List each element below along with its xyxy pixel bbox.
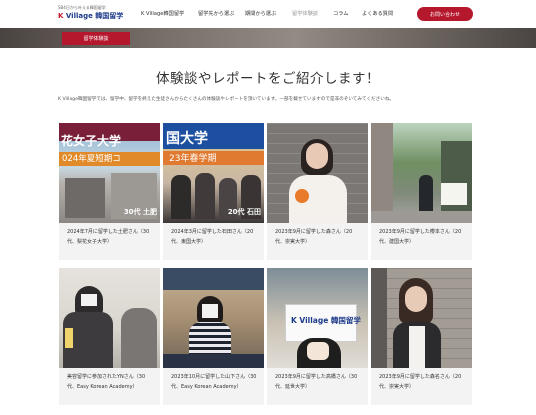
page-description: K Village韓国留学では、留学中、留学を終えた生徒さんからたくさんの体験談… <box>58 97 395 102</box>
nav-item-by-school[interactable]: 留学先から選ぶ <box>198 10 234 17</box>
card-photo: 国大学 23年春学期 20代 石田 <box>163 123 264 223</box>
experience-card[interactable]: 国大学 23年春学期 20代 石田 2024年3月に留学した石田さん（20代、東… <box>163 123 264 260</box>
card-photo <box>371 268 472 368</box>
logo-brand-k: K <box>58 12 64 20</box>
card-photo-sign: 国大学 <box>166 131 208 147</box>
logo-brand-text: Village 韓国留学 <box>65 12 124 20</box>
card-caption[interactable]: 2023年9月に留学した森名さん（20代、崇実大学） <box>371 368 472 405</box>
nav-item-experiences[interactable]: 留学体験談 <box>292 10 318 17</box>
experience-card[interactable]: 2023年9月に留学した森名さん（20代、崇実大学） <box>371 268 472 405</box>
card-caption[interactable]: 2023年10月に留学した山下さん（30代、Easy Korean Academ… <box>163 368 264 405</box>
site-logo[interactable]: SB4日から叶える韓国留学 K Village 韓国留学 <box>58 5 128 25</box>
card-photo: 花女子大学 024年夏短期コ 30代 土肥 <box>59 123 160 223</box>
site-header: SB4日から叶える韓国留学 K Village 韓国留学 K Village韓国… <box>0 0 536 28</box>
card-photo-sign: 花女子大学 <box>61 133 122 148</box>
card-photo-sign: K Village 韓国留学 <box>291 316 361 325</box>
card-photo-subsign: 23年春学期 <box>163 151 264 165</box>
nav-item-by-period[interactable]: 期間から選ぶ <box>245 10 276 17</box>
experience-card[interactable]: 美容留学に参加されたYNさん（30代、Easy Korean Academy） <box>59 268 160 405</box>
card-caption[interactable]: 2023年9月に留学した櫻本さん（20代、建国大学） <box>371 223 472 260</box>
experience-card[interactable]: 2023年10月に留学した山下さん（30代、Easy Korean Academ… <box>163 268 264 405</box>
experience-card[interactable]: 花女子大学 024年夏短期コ 30代 土肥 2024年7月に留学した土肥さん（3… <box>59 123 160 260</box>
card-photo-subsign: 024年夏短期コ <box>59 152 160 166</box>
logo-brand: K Village 韓国留学 <box>58 11 128 21</box>
card-caption[interactable]: 美容留学に参加されたYNさん（30代、Easy Korean Academy） <box>59 368 160 405</box>
nav-item-column[interactable]: コラム <box>333 10 348 17</box>
page-title: 体験談やレポートをご紹介します！ <box>156 71 380 87</box>
card-caption[interactable]: 2023年9月に留学した高橋さん（30代、延世大学） <box>267 368 368 405</box>
contact-button[interactable]: お問い合わせ <box>417 7 473 21</box>
experience-card[interactable]: 2023年9月に留学した森さん（20代、崇実大学） <box>267 123 368 260</box>
hero-badge: 留学体験談 <box>62 32 130 45</box>
card-photo: K Village 韓国留学 <box>267 268 368 368</box>
card-photo <box>163 268 264 368</box>
card-photo-label: 30代 土肥 <box>123 208 157 216</box>
nav-item-faq[interactable]: よくある質問 <box>362 10 393 17</box>
card-photo <box>371 123 472 223</box>
card-photo <box>267 123 368 223</box>
nav-item-home[interactable]: K Village韓国留学 <box>141 10 184 17</box>
card-caption[interactable]: 2023年9月に留学した森さん（20代、崇実大学） <box>267 223 368 260</box>
card-caption[interactable]: 2024年3月に留学した石田さん（20代、東国大学） <box>163 223 264 260</box>
experience-card[interactable]: K Village 韓国留学 2023年9月に留学した高橋さん（30代、延世大学… <box>267 268 368 405</box>
card-photo-label: 20代 石田 <box>227 208 261 216</box>
card-caption[interactable]: 2024年7月に留学した土肥さん（30代、梨花女子大学） <box>59 223 160 260</box>
card-photo <box>59 268 160 368</box>
experience-card[interactable]: 2023年9月に留学した櫻本さん（20代、建国大学） <box>371 123 472 260</box>
